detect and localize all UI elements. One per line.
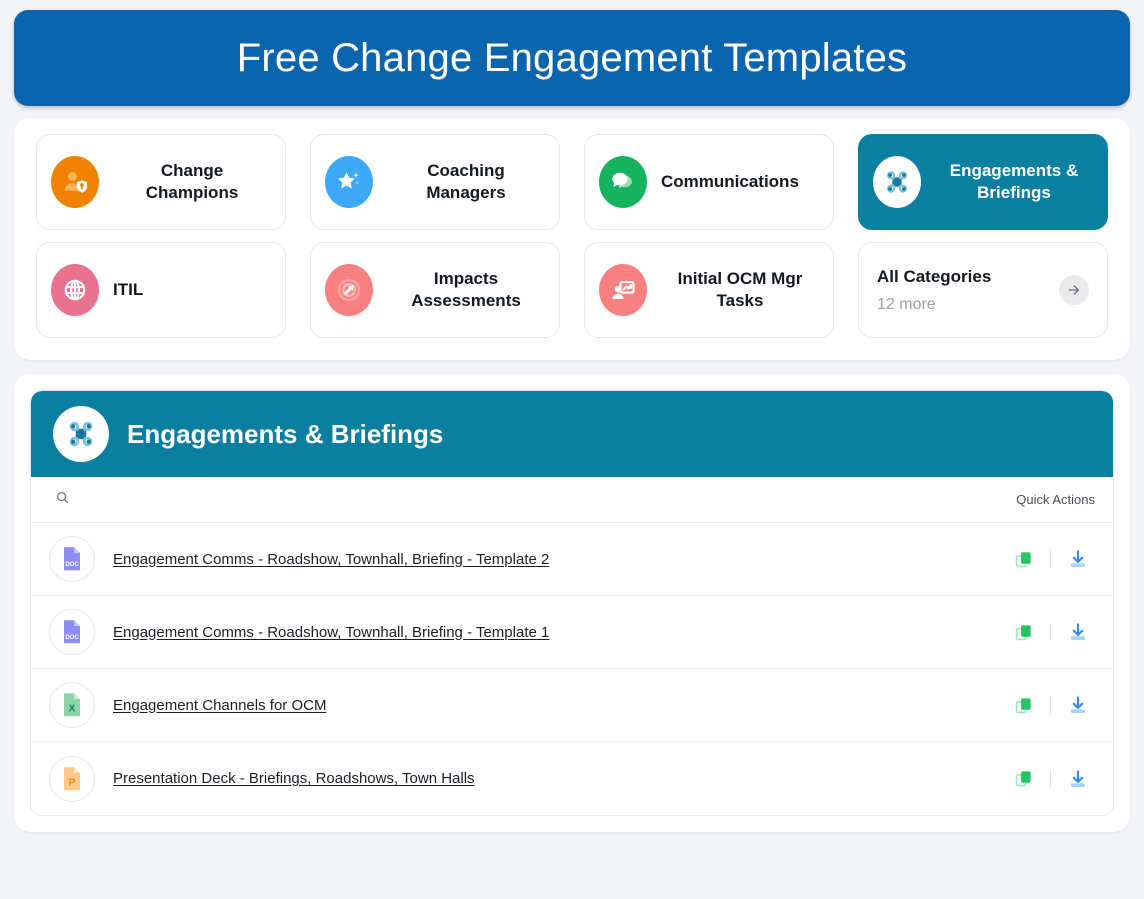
person-board-icon xyxy=(599,264,647,316)
category-label: Coaching Managers xyxy=(426,160,506,202)
category-label: Communications xyxy=(661,171,799,191)
table-row[interactable]: DOC Engagement Comms - Roadshow, Townhal… xyxy=(31,523,1113,596)
row-actions xyxy=(1010,766,1091,792)
files-card: Engagements & Briefings Quick Actions DO… xyxy=(30,390,1114,816)
xls-file-icon: X xyxy=(49,682,95,728)
svg-text:P: P xyxy=(69,777,76,788)
table-row[interactable]: X Engagement Channels for OCM xyxy=(31,669,1113,742)
table-row[interactable]: DOC Engagement Comms - Roadshow, Townhal… xyxy=(31,596,1113,669)
category-label: Engagements & Briefings xyxy=(949,160,1079,202)
category-card-coaching-managers[interactable]: Coaching Managers xyxy=(310,134,560,230)
row-actions xyxy=(1010,619,1091,645)
doc-file-icon: DOC xyxy=(49,609,95,655)
quick-actions-label[interactable]: Quick Actions xyxy=(1016,492,1095,507)
arrow-right-icon[interactable] xyxy=(1059,275,1089,305)
chat-bubbles-icon xyxy=(599,156,647,208)
category-label: Impacts Assessments xyxy=(411,268,521,310)
doc-file-icon: DOC xyxy=(49,536,95,582)
copy-icon[interactable] xyxy=(1010,546,1036,572)
file-name-link[interactable]: Engagement Comms - Roadshow, Townhall, B… xyxy=(113,624,1010,641)
files-panel: Engagements & Briefings Quick Actions DO… xyxy=(14,374,1130,832)
download-icon[interactable] xyxy=(1065,619,1091,645)
svg-text:X: X xyxy=(69,703,76,714)
category-card-change-champions[interactable]: Change Champions xyxy=(36,134,286,230)
table-row[interactable]: P Presentation Deck - Briefings, Roadsho… xyxy=(31,742,1113,815)
search-icon[interactable] xyxy=(55,490,70,510)
svg-text:DOC: DOC xyxy=(65,562,79,568)
copy-icon[interactable] xyxy=(1010,692,1036,718)
star-sparkle-icon xyxy=(325,156,373,208)
download-icon[interactable] xyxy=(1065,692,1091,718)
action-divider xyxy=(1050,550,1051,568)
category-card-engagements-briefings[interactable]: Engagements & Briefings xyxy=(858,134,1108,230)
category-card-impacts-assessments[interactable]: Impacts Assessments xyxy=(310,242,560,338)
copy-icon[interactable] xyxy=(1010,619,1036,645)
command-network-icon xyxy=(53,406,109,462)
download-icon[interactable] xyxy=(1065,766,1091,792)
target-arrow-icon xyxy=(325,264,373,316)
all-categories-title: All Categories xyxy=(877,266,992,286)
page-root: Free Change Engagement Templates Change … xyxy=(0,0,1144,899)
category-card-communications[interactable]: Communications xyxy=(584,134,834,230)
action-divider xyxy=(1050,769,1051,788)
category-label: Change Champions xyxy=(145,160,239,202)
download-icon[interactable] xyxy=(1065,546,1091,572)
search-input[interactable] xyxy=(78,492,338,507)
all-categories-text: All Categories 12 more xyxy=(877,267,991,314)
file-name-link[interactable]: Engagement Channels for OCM xyxy=(113,697,1010,714)
categories-grid: Change Champions Coaching Managers Commu… xyxy=(36,134,1108,338)
globe-icon xyxy=(51,264,99,316)
ppt-file-icon: P xyxy=(49,755,95,802)
svg-text:DOC: DOC xyxy=(65,635,79,641)
row-actions xyxy=(1010,692,1091,718)
search-area[interactable] xyxy=(55,490,338,510)
categories-panel: Change Champions Coaching Managers Commu… xyxy=(14,118,1130,360)
category-label: ITIL xyxy=(113,279,144,299)
files-panel-title: Engagements & Briefings xyxy=(127,418,444,449)
copy-icon[interactable] xyxy=(1010,766,1036,792)
person-shield-icon xyxy=(51,156,99,208)
category-card-all-categories[interactable]: All Categories 12 more xyxy=(858,242,1108,338)
files-panel-header: Engagements & Briefings xyxy=(31,391,1113,477)
category-card-initial-ocm-mgr-tasks[interactable]: Initial OCM Mgr Tasks xyxy=(584,242,834,338)
category-label: Initial OCM Mgr Tasks xyxy=(677,268,803,310)
action-divider xyxy=(1050,623,1051,641)
all-categories-subtitle: 12 more xyxy=(877,295,936,313)
file-name-link[interactable]: Engagement Comms - Roadshow, Townhall, B… xyxy=(113,551,1010,568)
page-title: Free Change Engagement Templates xyxy=(236,35,908,80)
page-banner: Free Change Engagement Templates xyxy=(14,10,1130,106)
action-divider xyxy=(1050,696,1051,714)
category-card-itil[interactable]: ITIL xyxy=(36,242,286,338)
command-network-icon xyxy=(873,156,921,208)
file-name-link[interactable]: Presentation Deck - Briefings, Roadshows… xyxy=(113,770,1010,787)
files-toolbar: Quick Actions xyxy=(31,477,1113,523)
row-actions xyxy=(1010,546,1091,572)
